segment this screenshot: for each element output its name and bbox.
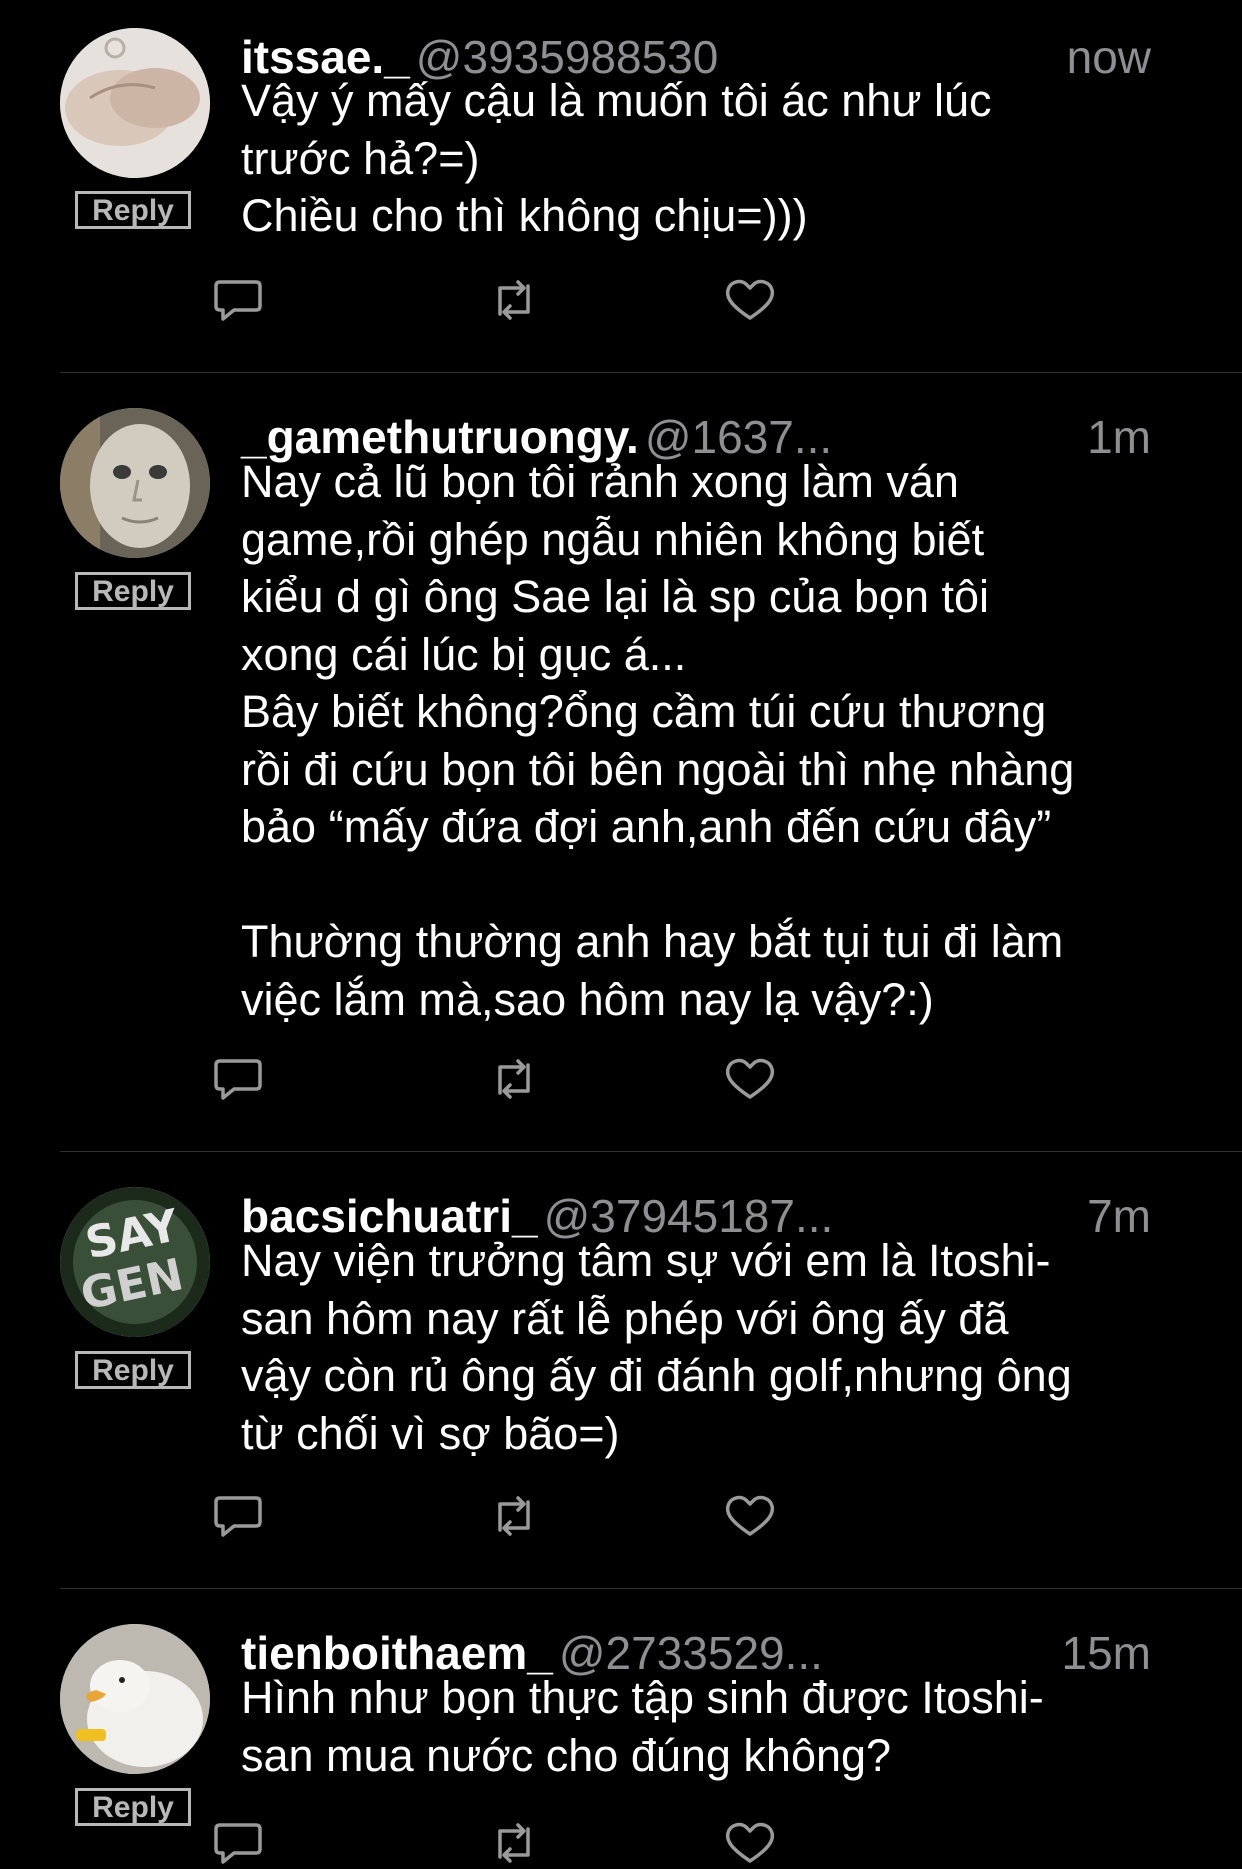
avatar-doll-face-image	[60, 408, 210, 558]
reply-badge[interactable]: Reply	[75, 1351, 191, 1389]
retweet-action-button[interactable]	[486, 274, 542, 326]
retweet-action-button[interactable]	[486, 1053, 542, 1105]
tweet-actions	[210, 274, 850, 326]
avatar[interactable]	[60, 1624, 210, 1774]
reply-action-button[interactable]	[210, 1817, 266, 1869]
reply-action-button[interactable]	[210, 1490, 266, 1542]
heart-icon	[725, 1495, 775, 1536]
retweet-action-button[interactable]	[486, 1817, 542, 1869]
avatar-logo-image: SAY GEN	[60, 1187, 210, 1337]
retweet-icon	[498, 1823, 530, 1863]
reply-badge[interactable]: Reply	[75, 1788, 191, 1826]
reply-action-button[interactable]	[210, 1053, 266, 1105]
retweet-action-button[interactable]	[486, 1490, 542, 1542]
avatar[interactable]	[60, 28, 210, 178]
avatar-duck-image	[60, 1624, 210, 1774]
heart-icon	[725, 279, 775, 320]
avatar[interactable]	[60, 408, 210, 558]
comment-bubble-icon	[214, 1823, 262, 1864]
tweet-item[interactable]: Reply itssae._ @3935988530 now Vậy ý mấy …	[0, 28, 1242, 328]
like-action-button[interactable]	[722, 1817, 778, 1869]
tweet-actions	[210, 1053, 850, 1105]
comment-bubble-icon	[214, 280, 262, 321]
comment-bubble-icon	[214, 1059, 262, 1100]
reply-badge[interactable]: Reply	[75, 191, 191, 229]
tweet-text: Nay cả lũ bọn tôi rảnh xong làm ván game…	[241, 456, 1075, 1025]
heart-icon	[725, 1058, 775, 1099]
avatar-hands-image	[60, 28, 210, 178]
heart-icon	[725, 1822, 775, 1863]
avatar[interactable]: SAY GEN	[60, 1187, 210, 1337]
reply-badge[interactable]: Reply	[75, 572, 191, 610]
separator	[60, 1151, 1242, 1152]
separator	[60, 1588, 1242, 1589]
like-action-button[interactable]	[722, 1490, 778, 1542]
tweet-text: Nay viện trưởng tâm sự với em là Itoshi-…	[241, 1235, 1072, 1459]
separator	[60, 372, 1242, 373]
retweet-icon	[498, 280, 530, 320]
tweet-actions	[210, 1817, 850, 1869]
comment-bubble-icon	[214, 1496, 262, 1537]
like-action-button[interactable]	[722, 274, 778, 326]
tweet-text: Vậy ý mấy cậu là muốn tôi ác như lúc trư…	[241, 75, 992, 241]
like-action-button[interactable]	[722, 1053, 778, 1105]
tweet-item[interactable]: Reply tienboithaem_ @2733529... 15m Hình …	[0, 1624, 1242, 1869]
retweet-icon	[498, 1059, 530, 1099]
tweet-item[interactable]: SAY GEN Reply bacsichuatri_ @37945187... …	[0, 1187, 1242, 1567]
tweet-text: Hình như bọn thực tập sinh được Itoshi- …	[241, 1672, 1044, 1781]
retweet-icon	[498, 1496, 530, 1536]
tweet-actions	[210, 1490, 850, 1542]
reply-action-button[interactable]	[210, 274, 266, 326]
tweet-item[interactable]: Reply _gamethutruongy. @1637... 1m Nay cả…	[0, 408, 1242, 1108]
